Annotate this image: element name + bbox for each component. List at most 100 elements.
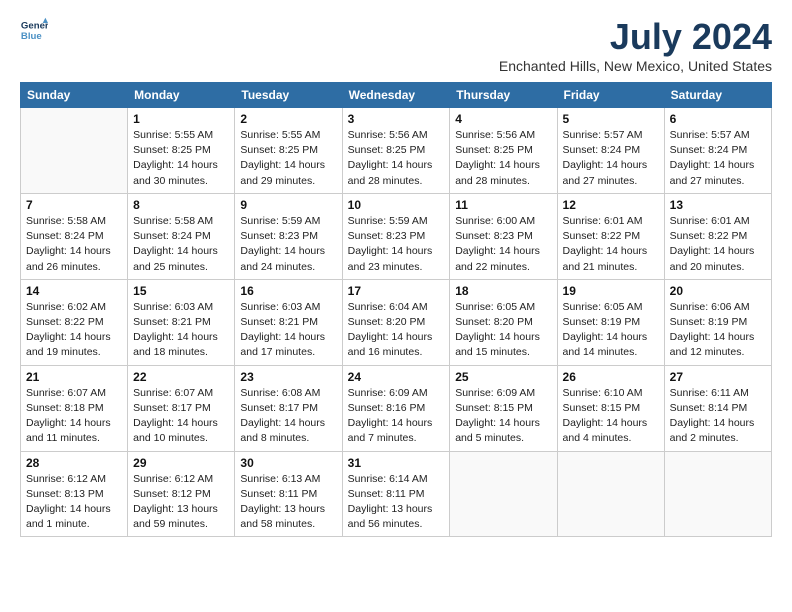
day-info: Sunrise: 6:04 AMSunset: 8:20 PMDaylight:… bbox=[348, 300, 445, 361]
day-info: Sunrise: 5:57 AMSunset: 8:24 PMDaylight:… bbox=[670, 128, 766, 189]
day-info: Sunrise: 5:58 AMSunset: 8:24 PMDaylight:… bbox=[133, 214, 229, 275]
calendar-cell: 23 Sunrise: 6:08 AMSunset: 8:17 PMDayligh… bbox=[235, 365, 342, 451]
week-row-1: 1 Sunrise: 5:55 AMSunset: 8:25 PMDaylight… bbox=[21, 108, 772, 194]
day-number: 1 bbox=[133, 112, 229, 126]
day-info: Sunrise: 6:05 AMSunset: 8:19 PMDaylight:… bbox=[563, 300, 659, 361]
svg-text:Blue: Blue bbox=[21, 31, 42, 42]
day-info: Sunrise: 6:12 AMSunset: 8:13 PMDaylight:… bbox=[26, 472, 122, 533]
day-number: 10 bbox=[348, 198, 445, 212]
calendar-cell: 16 Sunrise: 6:03 AMSunset: 8:21 PMDayligh… bbox=[235, 279, 342, 365]
calendar-cell: 4Sunrise: 5:56 AMSunset: 8:25 PMDaylight… bbox=[450, 108, 557, 194]
calendar-cell: 17 Sunrise: 6:04 AMSunset: 8:20 PMDayligh… bbox=[342, 279, 450, 365]
day-info: Sunrise: 6:05 AMSunset: 8:20 PMDaylight:… bbox=[455, 300, 551, 361]
day-info: Sunrise: 5:55 AMSunset: 8:25 PMDaylight:… bbox=[240, 128, 336, 189]
day-number: 19 bbox=[563, 284, 659, 298]
day-header-monday: Monday bbox=[128, 83, 235, 108]
day-number: 2 bbox=[240, 112, 336, 126]
day-info: Sunrise: 6:07 AMSunset: 8:18 PMDaylight:… bbox=[26, 386, 122, 447]
day-number: 12 bbox=[563, 198, 659, 212]
day-number: 30 bbox=[240, 456, 336, 470]
calendar-cell: 30 Sunrise: 6:13 AMSunset: 8:11 PMDayligh… bbox=[235, 451, 342, 537]
calendar-cell bbox=[450, 451, 557, 537]
page-header: General Blue July 2024 Enchanted Hills, … bbox=[20, 16, 772, 74]
day-number: 7 bbox=[26, 198, 122, 212]
calendar-cell bbox=[21, 108, 128, 194]
calendar-cell: 15 Sunrise: 6:03 AMSunset: 8:21 PMDayligh… bbox=[128, 279, 235, 365]
day-info: Sunrise: 6:14 AMSunset: 8:11 PMDaylight:… bbox=[348, 472, 445, 533]
day-number: 14 bbox=[26, 284, 122, 298]
logo-icon: General Blue bbox=[20, 16, 48, 44]
calendar-cell bbox=[557, 451, 664, 537]
day-number: 8 bbox=[133, 198, 229, 212]
calendar-table: SundayMondayTuesdayWednesdayThursdayFrid… bbox=[20, 82, 772, 537]
day-info: Sunrise: 6:12 AMSunset: 8:12 PMDaylight:… bbox=[133, 472, 229, 533]
header-row: SundayMondayTuesdayWednesdayThursdayFrid… bbox=[21, 83, 772, 108]
day-number: 13 bbox=[670, 198, 766, 212]
calendar-cell: 1 Sunrise: 5:55 AMSunset: 8:25 PMDaylight… bbox=[128, 108, 235, 194]
day-info: Sunrise: 6:07 AMSunset: 8:17 PMDaylight:… bbox=[133, 386, 229, 447]
calendar-cell: 11 Sunrise: 6:00 AMSunset: 8:23 PMDayligh… bbox=[450, 193, 557, 279]
day-info: Sunrise: 6:08 AMSunset: 8:17 PMDaylight:… bbox=[240, 386, 336, 447]
calendar-cell: 13Sunrise: 6:01 AMSunset: 8:22 PMDayligh… bbox=[664, 193, 771, 279]
calendar-cell: 3 Sunrise: 5:56 AMSunset: 8:25 PMDaylight… bbox=[342, 108, 450, 194]
day-number: 15 bbox=[133, 284, 229, 298]
day-number: 23 bbox=[240, 370, 336, 384]
logo: General Blue bbox=[20, 16, 48, 44]
day-header-thursday: Thursday bbox=[450, 83, 557, 108]
calendar-cell: 10 Sunrise: 5:59 AMSunset: 8:23 PMDayligh… bbox=[342, 193, 450, 279]
day-info: Sunrise: 6:13 AMSunset: 8:11 PMDaylight:… bbox=[240, 472, 336, 533]
day-info: Sunrise: 6:01 AMSunset: 8:22 PMDaylight:… bbox=[563, 214, 659, 275]
day-info: Sunrise: 6:03 AMSunset: 8:21 PMDaylight:… bbox=[240, 300, 336, 361]
calendar-cell: 25Sunrise: 6:09 AMSunset: 8:15 PMDayligh… bbox=[450, 365, 557, 451]
calendar-cell: 31Sunrise: 6:14 AMSunset: 8:11 PMDayligh… bbox=[342, 451, 450, 537]
calendar-cell: 24Sunrise: 6:09 AMSunset: 8:16 PMDayligh… bbox=[342, 365, 450, 451]
day-info: Sunrise: 5:57 AMSunset: 8:24 PMDaylight:… bbox=[563, 128, 659, 189]
day-info: Sunrise: 6:03 AMSunset: 8:21 PMDaylight:… bbox=[133, 300, 229, 361]
day-number: 5 bbox=[563, 112, 659, 126]
calendar-cell: 18 Sunrise: 6:05 AMSunset: 8:20 PMDayligh… bbox=[450, 279, 557, 365]
calendar-cell: 20Sunrise: 6:06 AMSunset: 8:19 PMDayligh… bbox=[664, 279, 771, 365]
calendar-cell: 7 Sunrise: 5:58 AMSunset: 8:24 PMDaylight… bbox=[21, 193, 128, 279]
day-number: 29 bbox=[133, 456, 229, 470]
day-number: 27 bbox=[670, 370, 766, 384]
day-info: Sunrise: 6:00 AMSunset: 8:23 PMDaylight:… bbox=[455, 214, 551, 275]
day-info: Sunrise: 6:09 AMSunset: 8:16 PMDaylight:… bbox=[348, 386, 445, 447]
calendar-cell: 26 Sunrise: 6:10 AMSunset: 8:15 PMDayligh… bbox=[557, 365, 664, 451]
day-number: 16 bbox=[240, 284, 336, 298]
calendar-cell: 2 Sunrise: 5:55 AMSunset: 8:25 PMDaylight… bbox=[235, 108, 342, 194]
day-number: 26 bbox=[563, 370, 659, 384]
day-number: 4 bbox=[455, 112, 551, 126]
day-number: 25 bbox=[455, 370, 551, 384]
day-header-friday: Friday bbox=[557, 83, 664, 108]
day-info: Sunrise: 5:58 AMSunset: 8:24 PMDaylight:… bbox=[26, 214, 122, 275]
week-row-3: 14Sunrise: 6:02 AMSunset: 8:22 PMDayligh… bbox=[21, 279, 772, 365]
calendar-cell: 19 Sunrise: 6:05 AMSunset: 8:19 PMDayligh… bbox=[557, 279, 664, 365]
day-number: 11 bbox=[455, 198, 551, 212]
day-header-saturday: Saturday bbox=[664, 83, 771, 108]
day-number: 18 bbox=[455, 284, 551, 298]
day-info: Sunrise: 5:59 AMSunset: 8:23 PMDaylight:… bbox=[348, 214, 445, 275]
calendar-cell bbox=[664, 451, 771, 537]
day-number: 21 bbox=[26, 370, 122, 384]
calendar-cell: 21 Sunrise: 6:07 AMSunset: 8:18 PMDayligh… bbox=[21, 365, 128, 451]
day-header-wednesday: Wednesday bbox=[342, 83, 450, 108]
day-info: Sunrise: 5:55 AMSunset: 8:25 PMDaylight:… bbox=[133, 128, 229, 189]
day-number: 17 bbox=[348, 284, 445, 298]
day-header-sunday: Sunday bbox=[21, 83, 128, 108]
day-info: Sunrise: 6:10 AMSunset: 8:15 PMDaylight:… bbox=[563, 386, 659, 447]
calendar-cell: 28 Sunrise: 6:12 AMSunset: 8:13 PMDayligh… bbox=[21, 451, 128, 537]
day-info: Sunrise: 6:11 AMSunset: 8:14 PMDaylight:… bbox=[670, 386, 766, 447]
location-subtitle: Enchanted Hills, New Mexico, United Stat… bbox=[499, 58, 772, 74]
day-number: 3 bbox=[348, 112, 445, 126]
day-number: 6 bbox=[670, 112, 766, 126]
day-number: 28 bbox=[26, 456, 122, 470]
calendar-cell: 8 Sunrise: 5:58 AMSunset: 8:24 PMDaylight… bbox=[128, 193, 235, 279]
calendar-cell: 27 Sunrise: 6:11 AMSunset: 8:14 PMDayligh… bbox=[664, 365, 771, 451]
day-info: Sunrise: 6:06 AMSunset: 8:19 PMDaylight:… bbox=[670, 300, 766, 361]
week-row-2: 7 Sunrise: 5:58 AMSunset: 8:24 PMDaylight… bbox=[21, 193, 772, 279]
day-info: Sunrise: 5:56 AMSunset: 8:25 PMDaylight:… bbox=[348, 128, 445, 189]
week-row-4: 21 Sunrise: 6:07 AMSunset: 8:18 PMDayligh… bbox=[21, 365, 772, 451]
title-area: July 2024 Enchanted Hills, New Mexico, U… bbox=[499, 16, 772, 74]
calendar-cell: 6 Sunrise: 5:57 AMSunset: 8:24 PMDaylight… bbox=[664, 108, 771, 194]
day-header-tuesday: Tuesday bbox=[235, 83, 342, 108]
